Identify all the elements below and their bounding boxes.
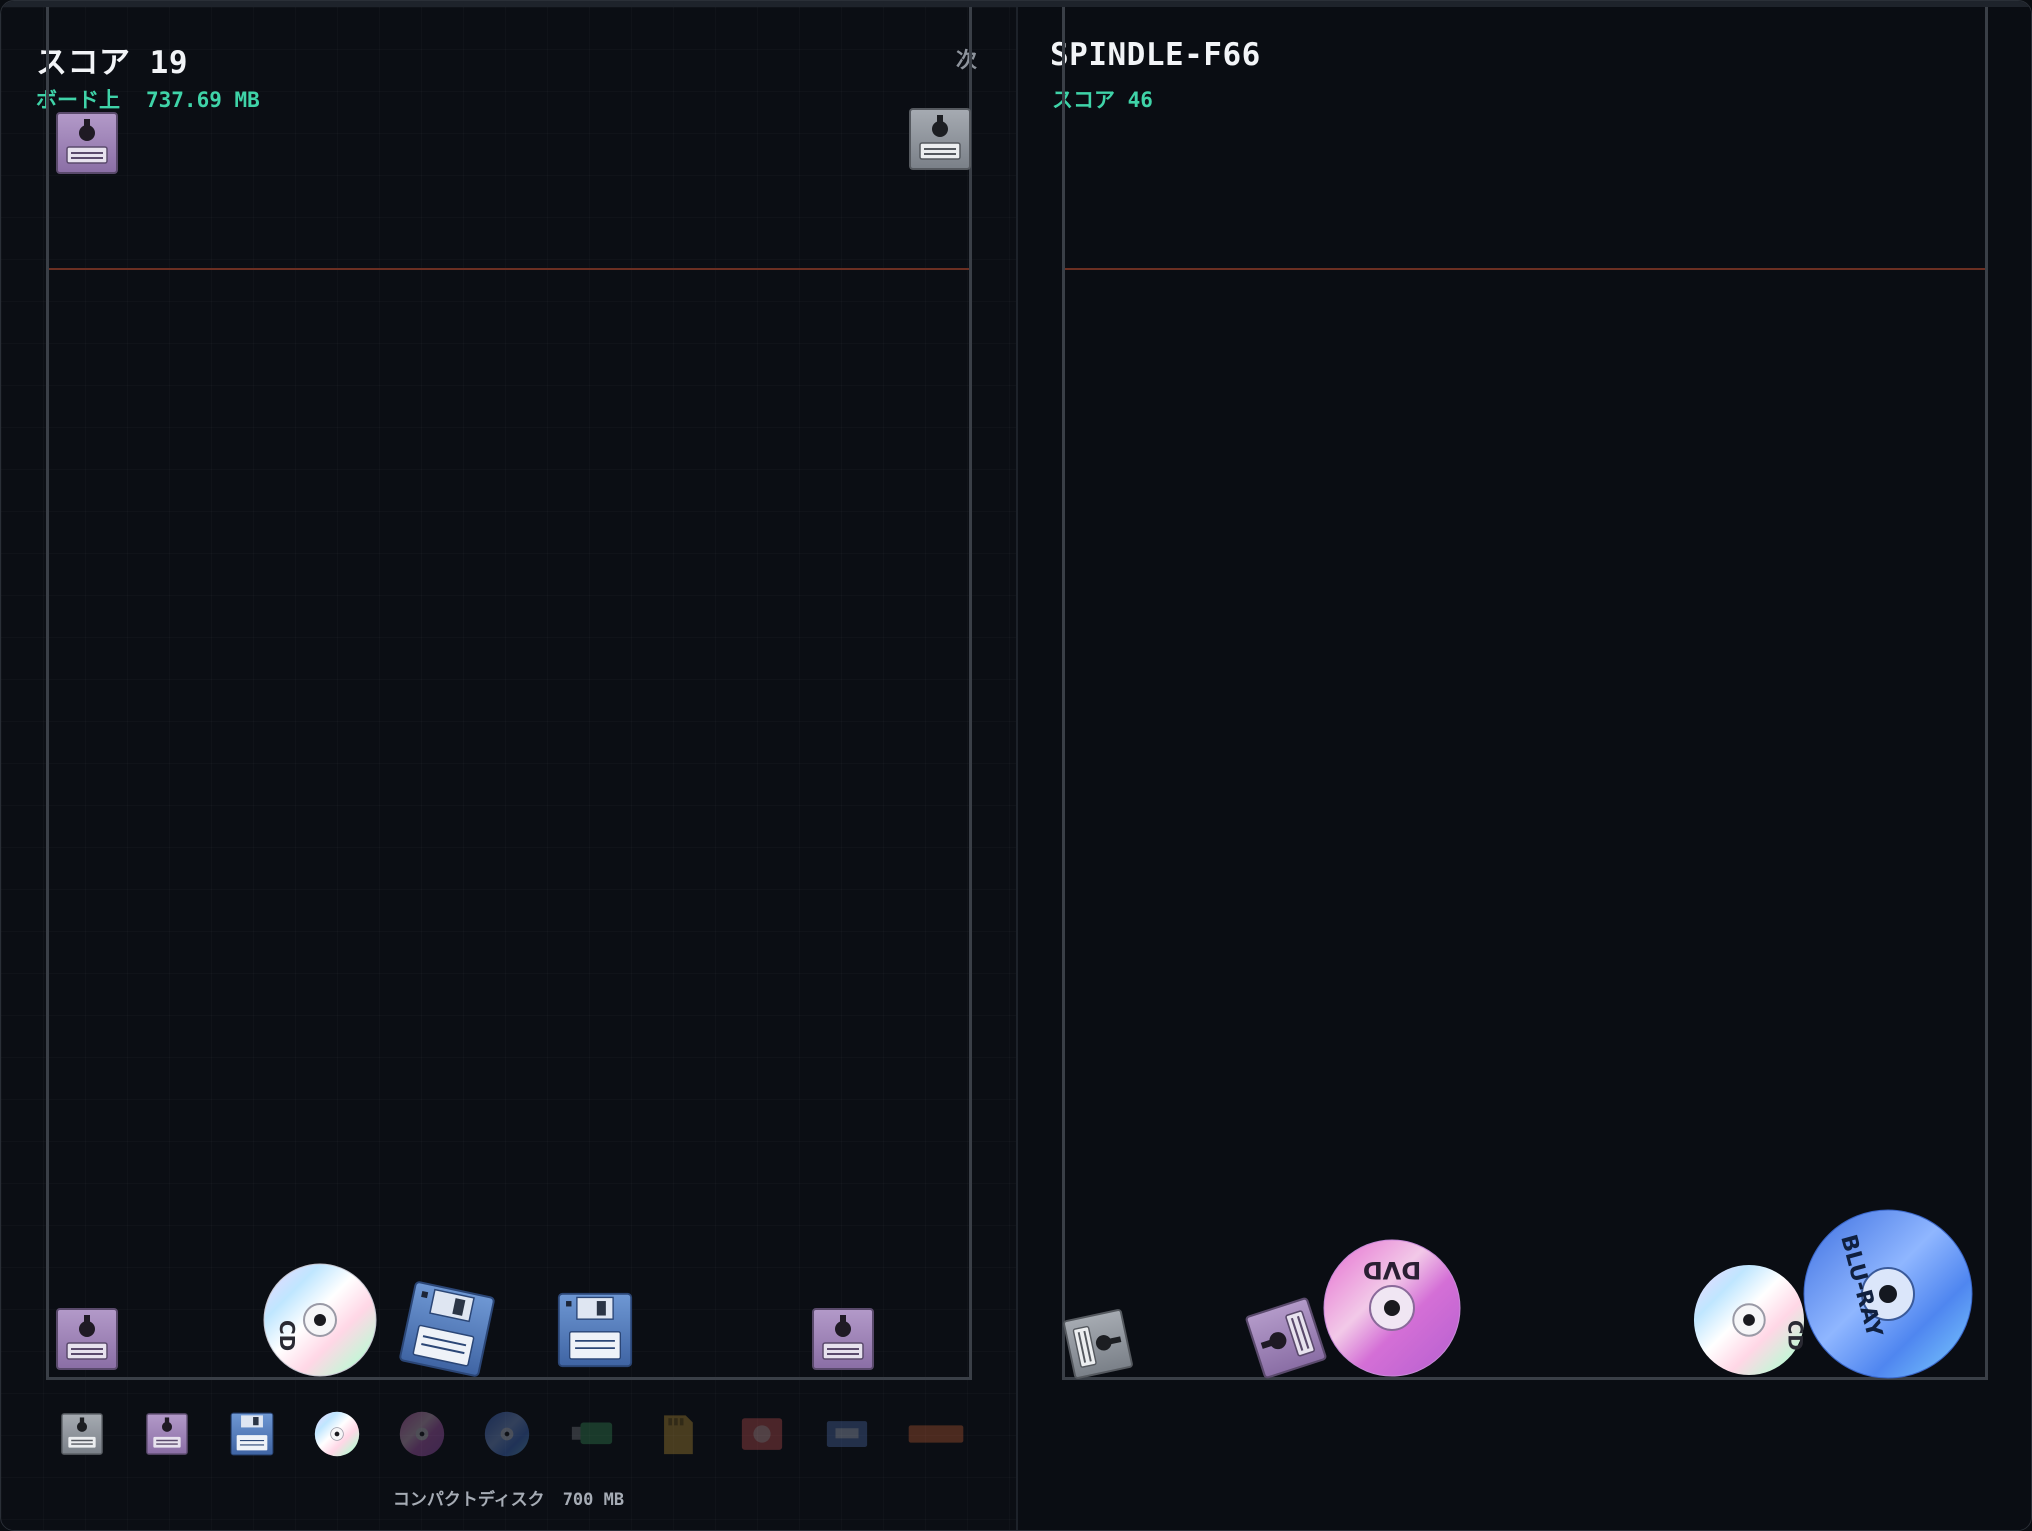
hard-drive-icon[interactable] — [739, 1411, 785, 1457]
punch-card-icon — [811, 1307, 875, 1371]
usb-drive-icon[interactable] — [569, 1411, 615, 1457]
opponent-board — [1062, 7, 1988, 1380]
palette-selected-size: 700 MB — [562, 1490, 625, 1510]
floppy-35-icon[interactable] — [229, 1411, 275, 1457]
cd-icon[interactable] — [314, 1411, 360, 1457]
sd-card-icon[interactable] — [654, 1411, 700, 1457]
punch-card-icon — [1061, 1307, 1135, 1381]
punch-card-icon[interactable] — [59, 1411, 105, 1457]
dvd-icon: DVD — [1322, 1238, 1462, 1378]
bluray-icon: BLU-RAY — [1803, 1209, 1973, 1379]
bluray-icon[interactable] — [484, 1411, 530, 1457]
game-window: スコア 19 ボード上 737.69 MB 次 CD コンパクトディスク 700… — [0, 0, 2032, 1531]
player-danger-line — [49, 268, 969, 270]
dvd-label: DVD — [1363, 1256, 1421, 1284]
cd-icon: CD — [262, 1262, 378, 1378]
cd-icon: CD — [1692, 1263, 1806, 1377]
punch-card-icon — [55, 111, 119, 175]
floppy-8in-icon[interactable] — [144, 1411, 190, 1457]
floppy-35-icon — [397, 1279, 497, 1379]
ssd-icon[interactable] — [824, 1411, 870, 1457]
punch-card-icon — [908, 107, 972, 171]
dvd-icon[interactable] — [399, 1411, 445, 1457]
cd-label: CD — [275, 1320, 299, 1351]
tape-icon[interactable] — [906, 1411, 966, 1457]
player-board[interactable] — [46, 7, 972, 1380]
floppy-35-icon — [557, 1291, 633, 1369]
punch-card-icon — [55, 1307, 119, 1371]
palette-selected-info: コンパクトディスク 700 MB — [1, 1485, 1016, 1510]
palette-selected-name: コンパクトディスク — [392, 1490, 545, 1510]
opponent-danger-line — [1065, 268, 1985, 270]
